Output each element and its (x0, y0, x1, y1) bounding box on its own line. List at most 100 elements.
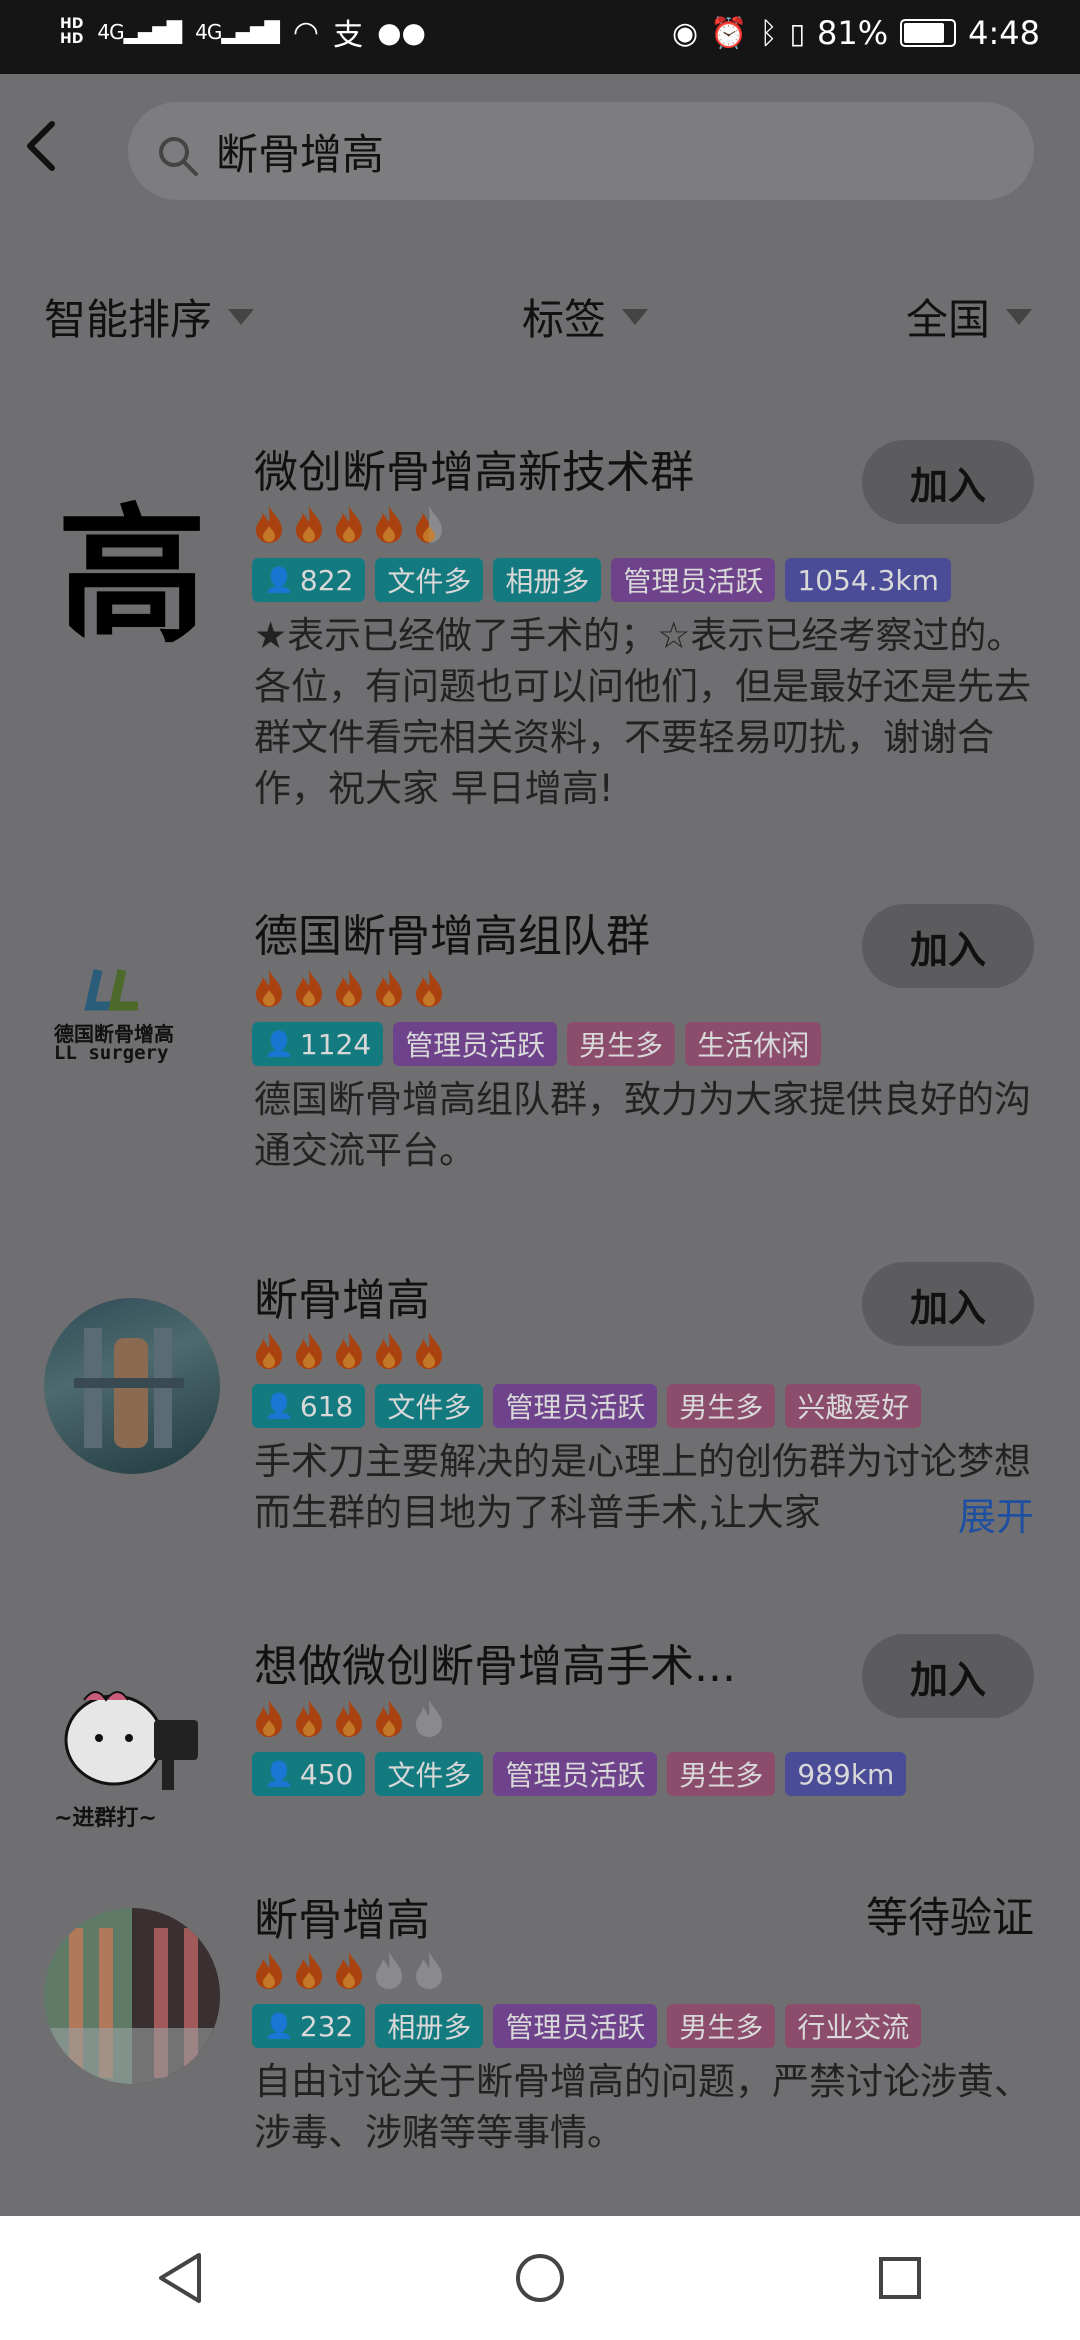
flame-icon (332, 1950, 366, 1994)
join-button[interactable]: 加入 (862, 904, 1034, 988)
nav-home-button[interactable] (510, 2248, 570, 2308)
member-count: 450 (299, 1757, 354, 1791)
activity-flames (252, 1950, 446, 1994)
member-count: 618 (299, 1389, 354, 1423)
group-name: 德国断骨增高组队群 (254, 911, 650, 962)
member-count: 822 (299, 563, 354, 597)
group-name: 想做微创断骨增高手术... (254, 1641, 736, 1692)
group-tag: 相册多 (375, 2004, 484, 2048)
flame-icon (412, 1950, 446, 1994)
search-header: 断骨增高 (0, 74, 1080, 224)
flame-icon (372, 1698, 406, 1742)
flame-icon (372, 1330, 406, 1374)
group-avatar: 德国断骨增高 LL surgery (44, 934, 220, 1110)
group-tag: 男生多 (667, 1384, 776, 1428)
group-tag: 生活休闲 (685, 1022, 822, 1066)
sort-filter[interactable]: 智能排序 (44, 286, 255, 347)
leg-device-image (74, 1328, 184, 1448)
tag-filter[interactable]: 标签 (522, 286, 649, 347)
nav-recents-button[interactable] (870, 2248, 930, 2308)
wifi-icon: ◠ (292, 14, 320, 50)
member-count-tag: 👤 450 (252, 1752, 366, 1796)
flame-icon (412, 1330, 446, 1374)
activity-flames (252, 1330, 446, 1374)
flame-icon (332, 1698, 366, 1742)
tag-filter-label: 标签 (522, 295, 607, 344)
member-count-tag: 👤 232 (252, 2004, 366, 2048)
member-count: 232 (299, 2009, 354, 2043)
group-description: 德国断骨增高组队群，致力为大家提供良好的沟通交流平台。 (254, 1078, 1031, 1172)
system-nav-bar (0, 2216, 1080, 2340)
person-icon: 👤 (264, 2012, 294, 2040)
group-name: 断骨增高 (254, 1895, 430, 1946)
flame-icon (332, 504, 366, 548)
status-bar: HD HD 4G▂▄▆█ 4G▂▄▆█ ◠ 支 ●● ◉ ⏰ ᛒ ▯ 81% 4… (0, 0, 1080, 74)
join-button[interactable]: 加入 (862, 440, 1034, 524)
flame-icon (372, 504, 406, 548)
person-icon: 👤 (264, 566, 294, 594)
hd-indicator: HD HD (60, 17, 83, 47)
flame-icon (332, 1330, 366, 1374)
flame-icon (372, 968, 406, 1012)
tag-row: 👤 618 文件多 管理员活跃 男生多 兴趣爱好 (252, 1384, 922, 1428)
bluetooth-icon: ᛒ (759, 15, 778, 51)
tag-row: 👤 822 文件多 相册多 管理员活跃 1054.3km (252, 558, 951, 602)
search-icon (156, 134, 198, 176)
group-tag: 989km (785, 1752, 907, 1796)
join-button[interactable]: 加入 (862, 1262, 1034, 1346)
flame-icon (292, 504, 326, 548)
group-description: 自由讨论关于断骨增高的问题，严禁讨论涉黄、涉毒、涉赌等等事情。 (254, 2060, 1031, 2154)
nav-back-button[interactable] (150, 2248, 210, 2308)
chevron-left-icon (27, 121, 55, 171)
group-description: ★表示已经做了手术的；☆表示已经考察过的。各位，有问题也可以问他们，但是最好还是… (254, 614, 1031, 810)
flame-icon (292, 1330, 326, 1374)
hd1-label: HD (60, 16, 84, 32)
dropdown-triangle-icon (1006, 308, 1033, 325)
expand-link[interactable]: 展开 (947, 1486, 1034, 1541)
filter-bar: 智能排序 标签 全国 (0, 276, 1080, 356)
eye-icon: ◉ (672, 15, 699, 51)
flame-icon (412, 968, 446, 1012)
signal-icon: 4G▂▄▆█ (97, 20, 182, 44)
back-button[interactable] (22, 116, 62, 187)
pending-verification-label: 等待验证 (865, 1893, 1034, 1942)
group-avatar: ~进群打~ (44, 1660, 220, 1836)
tag-row: 👤 450 文件多 管理员活跃 男生多 989km (252, 1752, 907, 1796)
region-filter[interactable]: 全国 (906, 286, 1033, 347)
group-tag: 管理员活跃 (393, 1022, 558, 1066)
signal-icon-2: 4G▂▄▆█ (195, 20, 280, 44)
alarm-icon: ⏰ (710, 15, 748, 51)
activity-flames (252, 1698, 446, 1742)
tag-row: 👤 232 相册多 管理员活跃 男生多 行业交流 (252, 2004, 922, 2048)
status-left: HD HD 4G▂▄▆█ 4G▂▄▆█ ◠ 支 ●● (60, 10, 426, 54)
clock: 4:48 (968, 14, 1040, 52)
group-name: 微创断骨增高新技术群 (254, 447, 694, 498)
avatar-calligraphy: 高 (56, 488, 207, 653)
group-tag: 文件多 (375, 1384, 484, 1428)
member-count: 1124 (299, 1027, 372, 1061)
flame-icon (372, 1950, 406, 1994)
flame-icon (412, 504, 446, 548)
flame-icon (332, 968, 366, 1012)
member-count-tag: 👤 1124 (252, 1022, 384, 1066)
flame-icon (252, 968, 286, 1012)
search-query: 断骨增高 (216, 129, 385, 179)
dropdown-triangle-icon (228, 308, 255, 325)
member-count-tag: 👤 618 (252, 1384, 366, 1428)
hd2-label: HD (60, 31, 84, 47)
group-tag: 1054.3km (785, 558, 951, 602)
group-tag: 文件多 (375, 558, 484, 602)
flame-icon (252, 1330, 286, 1374)
member-count-tag: 👤 822 (252, 558, 366, 602)
flame-icon (252, 504, 286, 548)
flame-icon (292, 968, 326, 1012)
wechat-icon: ●● (377, 15, 426, 49)
flame-icon (292, 1950, 326, 1994)
triangle-back-icon (159, 2253, 201, 2303)
join-button[interactable]: 加入 (862, 1634, 1034, 1718)
group-name: 断骨增高 (254, 1275, 430, 1326)
battery-icon (900, 19, 957, 47)
search-input[interactable]: 断骨增高 (128, 102, 1034, 200)
group-tag: 管理员活跃 (493, 1752, 658, 1796)
person-icon: 👤 (264, 1760, 294, 1788)
